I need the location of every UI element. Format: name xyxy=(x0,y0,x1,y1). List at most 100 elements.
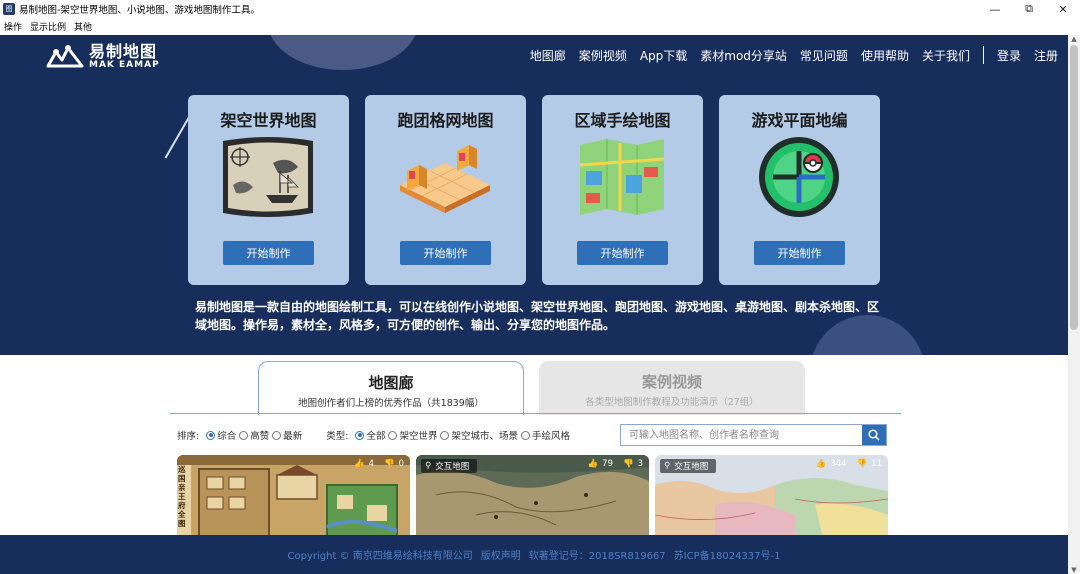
window-title: 易制地图-架空世界地图、小说地图、游戏地图制作工具。 xyxy=(19,5,260,16)
nav-item-mod-share[interactable]: 素材mod分享站 xyxy=(700,47,787,64)
thumbs-down-icon[interactable]: 👎 xyxy=(384,459,395,469)
gallery-item[interactable]: ⚲ 交互地图 👍 79 👎 3 xyxy=(416,455,649,535)
like-count: 79 xyxy=(602,459,613,469)
like-count: 4 xyxy=(368,459,374,469)
top-nav: 地图廊 案例视频 App下载 素材mod分享站 常见问题 使用帮助 关于我们 登… xyxy=(517,46,1058,64)
tab-gallery[interactable]: 地图廊 地图创作者们上榜的优秀作品（共1839幅） xyxy=(258,361,524,415)
type-option-label[interactable]: 架空世界 xyxy=(399,428,437,442)
start-button[interactable]: 开始制作 xyxy=(400,241,491,265)
card-fantasy-world-map[interactable]: 架空世界地图 开始制作 xyxy=(188,95,349,285)
map-stats: 👍 4 👎 0 xyxy=(344,459,404,469)
map-stats: 👍 79 👎 3 xyxy=(578,459,643,469)
type-option-label[interactable]: 架空城市、场景 xyxy=(451,428,518,442)
thumbs-up-icon[interactable]: 👍 xyxy=(588,459,599,469)
gallery-item[interactable]: 巡国亲王府全图 👍 4 👎 0 xyxy=(177,455,410,535)
tab-subtitle: 各类型地图制作教程及功能演示（27组） xyxy=(585,397,759,408)
type-radio-hand-drawn[interactable] xyxy=(521,430,530,440)
badge-label: 交互地图 xyxy=(674,462,709,472)
badge-label: 交互地图 xyxy=(435,462,470,472)
start-button[interactable]: 开始制作 xyxy=(577,241,668,265)
sort-radio-comprehensive[interactable] xyxy=(206,430,216,440)
search-input[interactable] xyxy=(621,425,862,445)
logo-text-en: MAK EAMAP xyxy=(89,60,160,70)
menu-item-other[interactable]: 其他 xyxy=(70,20,96,33)
card-regional-hand-drawn-map[interactable]: 区域手绘地图 开始制作 xyxy=(542,95,703,285)
maximize-button[interactable]: ⧉ xyxy=(1012,0,1046,18)
thumbs-down-icon[interactable]: 👎 xyxy=(623,459,634,469)
dislike-count: 3 xyxy=(637,459,643,469)
start-button[interactable]: 开始制作 xyxy=(223,241,314,265)
copyright-text: Copyright © 南京四维易绘科技有限公司 xyxy=(287,551,473,562)
nav-item-videos[interactable]: 案例视频 xyxy=(579,47,627,64)
sort-radio-likes[interactable] xyxy=(239,430,249,440)
window-titlebar: 图 易制地图-架空世界地图、小说地图、游戏地图制作工具。 — ⧉ ✕ xyxy=(0,0,1080,18)
sort-radio-latest[interactable] xyxy=(272,430,282,440)
minimize-button[interactable]: — xyxy=(978,0,1012,18)
menu-item-zoom[interactable]: 显示比例 xyxy=(26,20,70,33)
nav-divider xyxy=(982,46,984,64)
sort-option-label[interactable]: 高赞 xyxy=(250,428,269,442)
nav-item-faq[interactable]: 常见问题 xyxy=(800,47,848,64)
thumbs-up-icon[interactable]: 👍 xyxy=(354,459,365,469)
tab-videos[interactable]: 案例视频 各类型地图制作教程及功能演示（27组） xyxy=(539,361,805,415)
interactive-map-badge: ⚲ 交互地图 xyxy=(421,459,478,473)
search-button[interactable] xyxy=(862,425,886,445)
tab-subtitle: 地图创作者们上榜的优秀作品（共1839幅） xyxy=(298,398,484,409)
map-gallery: 巡国亲王府全图 👍 4 👎 0 ⚲ 交互地图 👍 79 👎 3 ⚲ 交互地图 👍… xyxy=(177,455,889,535)
search-box xyxy=(620,424,887,446)
scroll-up-arrow[interactable]: ▲ xyxy=(1070,35,1078,43)
scroll-down-arrow[interactable]: ▼ xyxy=(1070,566,1078,574)
dislike-count: 11 xyxy=(871,459,882,469)
sort-option-label[interactable]: 最新 xyxy=(283,428,302,442)
gallery-item[interactable]: ⚲ 交互地图 👍 344 👎 11 xyxy=(655,455,888,535)
interactive-map-badge: ⚲ 交互地图 xyxy=(660,459,717,473)
filter-bar: 排序: 综合 高赞 最新 类型: 全部 架空世界 架空城市、场景 手绘风格 xyxy=(177,426,570,444)
card-title: 区域手绘地图 xyxy=(574,111,671,130)
like-count: 344 xyxy=(830,459,847,469)
site-footer: Copyright © 南京四维易绘科技有限公司 版权声明 软著登记号：2018… xyxy=(0,535,1068,574)
menu-item-operate[interactable]: 操作 xyxy=(0,20,26,33)
sort-option-label[interactable]: 综合 xyxy=(217,428,236,442)
vertical-scrollbar[interactable]: ▲ ▼ xyxy=(1068,35,1080,574)
icp-record-link[interactable]: 苏ICP备18024337号-1 xyxy=(674,547,781,562)
start-button[interactable]: 开始制作 xyxy=(754,241,845,265)
software-registration-text: 软著登记号：2018SR819667 xyxy=(528,551,666,562)
interactive-map-icon: ⚲ xyxy=(664,461,671,471)
nav-item-help[interactable]: 使用帮助 xyxy=(861,47,909,64)
copyright-statement-link[interactable]: 版权声明 xyxy=(481,547,521,562)
hero-description: 易制地图是一款自由的地图绘制工具，可以在线创作小说地图、架空世界地图、跑团地图、… xyxy=(195,300,880,332)
search-icon xyxy=(868,429,880,441)
type-label: 类型: xyxy=(326,431,349,442)
type-radio-fantasy-city[interactable] xyxy=(440,430,450,440)
decorative-circle xyxy=(268,35,418,70)
logo-icon xyxy=(46,44,84,67)
type-radio-all[interactable] xyxy=(355,430,365,440)
card-trpg-grid-map[interactable]: 跑团格网地图 开始制作 xyxy=(365,95,526,285)
nav-item-gallery[interactable]: 地图廊 xyxy=(530,47,566,64)
card-game-plane-editor[interactable]: 游戏平面地编 开始制作 xyxy=(719,95,880,285)
thumbs-up-icon[interactable]: 👍 xyxy=(816,459,827,469)
nav-item-app-download[interactable]: App下载 xyxy=(640,47,687,64)
login-link[interactable]: 登录 xyxy=(997,47,1021,64)
game-ball-icon xyxy=(759,137,839,217)
folded-map-icon xyxy=(579,139,665,215)
sort-label: 排序: xyxy=(177,431,200,442)
isometric-grid-icon xyxy=(400,145,490,213)
thumbs-down-icon[interactable]: 👎 xyxy=(857,459,868,469)
dislike-count: 0 xyxy=(398,459,404,469)
hero-section: 易制地图 MAK EAMAP 地图廊 案例视频 App下载 素材mod分享站 常… xyxy=(0,35,1068,355)
card-title: 游戏平面地编 xyxy=(751,111,848,130)
card-title: 跑团格网地图 xyxy=(397,111,494,130)
interactive-map-icon: ⚲ xyxy=(425,461,432,471)
tab-underline xyxy=(170,413,901,414)
site-logo[interactable]: 易制地图 MAK EAMAP xyxy=(46,43,160,70)
close-button[interactable]: ✕ xyxy=(1046,0,1080,18)
scrollbar-thumb[interactable] xyxy=(1070,45,1078,330)
type-option-label[interactable]: 手绘风格 xyxy=(532,428,570,442)
map-side-caption: 巡国亲王府全图 xyxy=(178,465,186,528)
nav-item-about[interactable]: 关于我们 xyxy=(922,47,970,64)
register-link[interactable]: 注册 xyxy=(1034,47,1058,64)
type-radio-fantasy-world[interactable] xyxy=(388,430,398,440)
app-icon: 图 xyxy=(3,3,15,15)
type-option-label[interactable]: 全部 xyxy=(366,428,385,442)
